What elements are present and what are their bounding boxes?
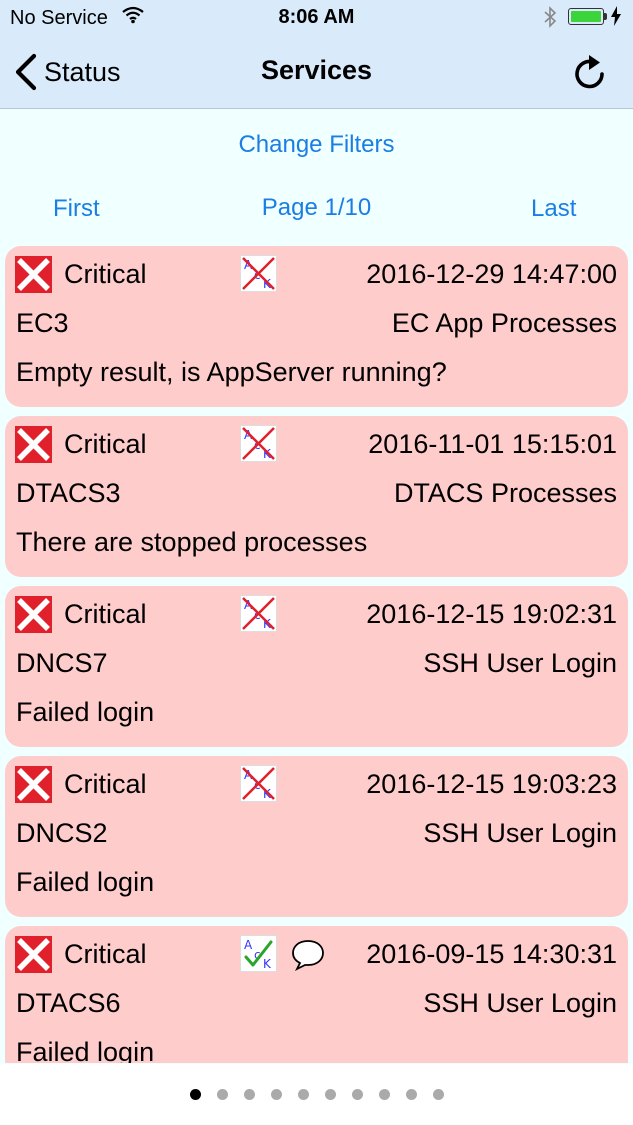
severity-label: Critical bbox=[64, 939, 147, 969]
service-card[interactable]: Critical A c K 2016-12-15 19:02:31 DNCS7… bbox=[5, 586, 628, 747]
comment-icon[interactable] bbox=[290, 938, 326, 972]
nav-bar: Status Services bbox=[0, 36, 633, 109]
service-message: Empty result, is AppServer running? bbox=[16, 357, 447, 387]
service-name: DTACS Processes bbox=[393, 478, 617, 508]
page-dot[interactable] bbox=[405, 1089, 417, 1100]
page-dot[interactable] bbox=[243, 1089, 255, 1100]
last-page-link[interactable]: Last bbox=[531, 195, 576, 223]
service-date: 2016-12-29 14:47:00 bbox=[366, 259, 617, 289]
critical-icon bbox=[15, 426, 52, 463]
svg-text:K: K bbox=[263, 957, 272, 971]
refresh-icon[interactable] bbox=[571, 54, 609, 92]
page-control[interactable] bbox=[0, 1064, 633, 1125]
acknowledged-icon[interactable]: A c K bbox=[240, 935, 277, 972]
service-message: There are stopped processes bbox=[16, 527, 368, 557]
page-dot[interactable] bbox=[432, 1089, 444, 1100]
change-filters-link[interactable]: Change Filters bbox=[0, 131, 633, 159]
service-message: Failed login bbox=[16, 1037, 155, 1063]
not-acknowledged-icon[interactable]: A c K bbox=[240, 255, 277, 292]
service-host: EC3 bbox=[16, 308, 69, 338]
service-name: EC App Processes bbox=[391, 308, 617, 338]
service-name: SSH User Login bbox=[423, 988, 617, 1018]
not-acknowledged-icon[interactable]: A c K bbox=[240, 765, 277, 802]
service-message: Failed login bbox=[16, 867, 155, 897]
service-date: 2016-09-15 14:30:31 bbox=[366, 939, 617, 969]
page-dot[interactable] bbox=[378, 1089, 390, 1100]
critical-icon bbox=[15, 766, 52, 803]
page-dot[interactable] bbox=[324, 1089, 336, 1100]
page-dot-active[interactable] bbox=[189, 1089, 201, 1100]
service-card[interactable]: Critical A c K 2016-12-15 19:03:23 DNCS2… bbox=[5, 756, 628, 917]
clock: 8:06 AM bbox=[278, 6, 355, 28]
service-card[interactable]: Critical A c K 2016-09-15 14:30:31 DTACS… bbox=[5, 926, 628, 1063]
service-date: 2016-12-15 19:02:31 bbox=[366, 599, 617, 629]
bluetooth-icon bbox=[543, 5, 557, 35]
service-card[interactable]: Critical A c K 2016-12-29 14:47:00 EC3 E… bbox=[5, 246, 628, 407]
severity-label: Critical bbox=[64, 599, 147, 629]
severity-label: Critical bbox=[64, 429, 147, 459]
service-date: 2016-12-15 19:03:23 bbox=[366, 769, 617, 799]
service-card[interactable]: Critical A c K 2016-11-01 15:15:01 DTACS… bbox=[5, 416, 628, 577]
service-host: DNCS7 bbox=[16, 648, 108, 678]
service-host: DTACS3 bbox=[16, 478, 121, 508]
not-acknowledged-icon[interactable]: A c K bbox=[240, 425, 277, 462]
severity-label: Critical bbox=[64, 259, 147, 289]
service-host: DNCS2 bbox=[16, 818, 108, 848]
services-list[interactable]: Critical A c K 2016-12-29 14:47:00 EC3 E… bbox=[0, 246, 633, 1063]
page-title: Services bbox=[260, 55, 373, 85]
battery-tip bbox=[604, 13, 607, 20]
services-content: Change Filters First Page 1/10 Last Crit… bbox=[0, 109, 633, 1064]
critical-icon bbox=[15, 256, 52, 293]
severity-label: Critical bbox=[64, 769, 147, 799]
charging-bolt-icon bbox=[611, 6, 621, 31]
service-message: Failed login bbox=[16, 697, 155, 727]
service-host: DTACS6 bbox=[16, 988, 121, 1018]
svg-text:A: A bbox=[244, 938, 253, 952]
page-dot[interactable] bbox=[297, 1089, 309, 1100]
critical-icon bbox=[15, 936, 52, 973]
battery-icon bbox=[568, 8, 604, 25]
service-name: SSH User Login bbox=[423, 818, 617, 848]
page-dot[interactable] bbox=[351, 1089, 363, 1100]
page-dot[interactable] bbox=[216, 1089, 228, 1100]
critical-icon bbox=[15, 596, 52, 633]
status-bar: No Service 8:06 AM bbox=[0, 0, 633, 36]
service-date: 2016-11-01 15:15:01 bbox=[368, 429, 617, 459]
page-dot[interactable] bbox=[270, 1089, 282, 1100]
service-name: SSH User Login bbox=[423, 648, 617, 678]
not-acknowledged-icon[interactable]: A c K bbox=[240, 595, 277, 632]
